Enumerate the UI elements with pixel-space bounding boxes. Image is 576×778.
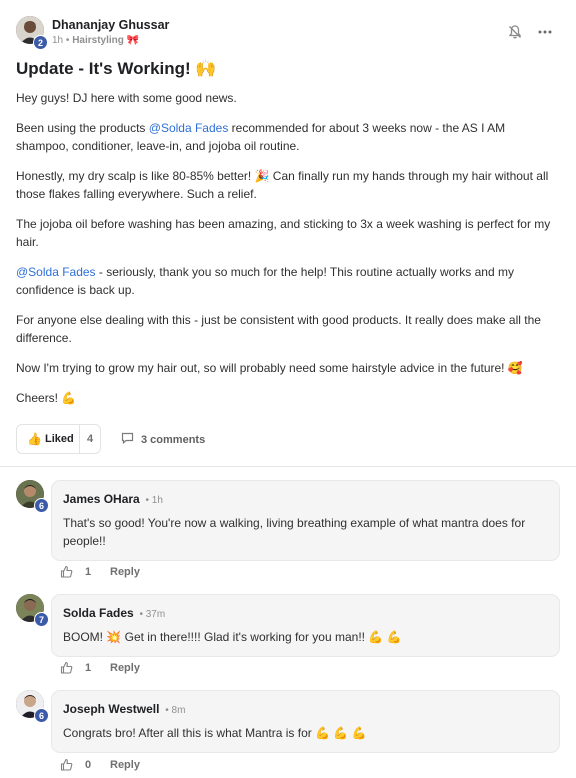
reply-button[interactable]: Reply [110, 566, 140, 578]
like-divider [79, 425, 80, 453]
reply-button[interactable]: Reply [110, 662, 140, 674]
comment-like-count: 1 [85, 662, 92, 674]
comment-author-name[interactable]: Solda Fades [63, 606, 134, 620]
comment-item: 6 Joseph Westwell • 8m Congrats bro! Aft… [0, 690, 576, 776]
comment-actions: 1 Reply [60, 661, 260, 677]
author-name[interactable]: Dhananjay Ghussar [52, 18, 169, 32]
post-actions: 👍 Liked 4 3 comments [16, 424, 560, 454]
paragraph-text: The jojoba oil before washing has been a… [16, 217, 551, 249]
post-title: Update - It's Working! 🙌 [16, 59, 217, 78]
post-paragraph: Honestly, my dry scalp is like 80-85% be… [16, 167, 560, 203]
mention-link[interactable]: @Solda Fades [16, 265, 96, 279]
post-meta: 1h • Hairstyling 🎀 [52, 35, 140, 46]
paragraph-text: For anyone else dealing with this - just… [16, 313, 541, 345]
comment-bubble: Joseph Westwell • 8m Congrats bro! After… [51, 690, 560, 753]
paragraph-text: Cheers! 💪 [16, 391, 77, 405]
post-paragraph: The jojoba oil before washing has been a… [16, 215, 560, 251]
post-time: 1h [52, 35, 64, 46]
category-emoji: 🎀 [126, 35, 140, 46]
comment-text: Congrats bro! After all this is what Man… [63, 726, 367, 740]
post-paragraph: Now I'm trying to grow my hair out, so w… [16, 359, 560, 377]
comment-like-count: 1 [85, 566, 92, 578]
comment-icon-svg [121, 432, 134, 445]
comment-bubble: Solda Fades • 37m BOOM! 💥 Get in there!!… [51, 594, 560, 657]
bell-off-icon-svg [508, 25, 522, 39]
comment-bubble: James OHara • 1h That's so good! You're … [51, 480, 560, 561]
more-icon-svg [538, 30, 552, 34]
comment-actions: 0 Reply [60, 758, 260, 774]
more-horizontal-icon[interactable] [536, 24, 554, 42]
thumbs-up-icon[interactable] [60, 565, 73, 581]
paragraph-text: Honestly, my dry scalp is like 80-85% be… [16, 169, 549, 201]
thumbs-up-outline-svg [60, 758, 73, 771]
comment-time: 37m [145, 609, 166, 620]
paragraph-text: Now I'm trying to grow my hair out, so w… [16, 361, 523, 375]
paragraph-text: Hey guys! DJ here with some good news. [16, 91, 237, 105]
comment-icon [121, 432, 134, 446]
comment-level-badge: 6 [34, 708, 49, 723]
paragraph-text: Been using the products [16, 121, 149, 135]
comment-item: 7 Solda Fades • 37m BOOM! 💥 Get in there… [0, 594, 576, 684]
post-paragraph: For anyone else dealing with this - just… [16, 311, 560, 347]
post-divider [0, 466, 576, 467]
thumbs-up-outline-svg [60, 565, 73, 578]
author-level-badge: 2 [33, 35, 48, 50]
comment-item: 6 James OHara • 1h That's so good! You'r… [0, 480, 576, 580]
post-header: 2 Dhananjay Ghussar 1h • Hairstyling 🎀 [16, 16, 560, 50]
reply-button[interactable]: Reply [110, 759, 140, 771]
post-body: Hey guys! DJ here with some good news. Be… [16, 89, 560, 419]
like-count[interactable]: 4 [87, 433, 93, 445]
post-category[interactable]: Hairstyling [72, 35, 124, 46]
thumbs-up-icon[interactable] [60, 758, 73, 774]
like-label: Liked [45, 433, 74, 445]
post-paragraph: Cheers! 💪 [16, 389, 560, 407]
comment-time: 1h [151, 495, 163, 506]
comment-text: BOOM! 💥 Get in there!!!! Glad it's worki… [63, 630, 402, 644]
post-paragraph: Been using the products @Solda Fades rec… [16, 119, 560, 155]
comment-level-badge: 7 [34, 612, 49, 627]
mention-link[interactable]: @Solda Fades [149, 121, 229, 135]
comment-like-count: 0 [85, 759, 92, 771]
post-paragraph: @Solda Fades - seriously, thank you so m… [16, 263, 560, 299]
comment-level-badge: 6 [34, 498, 49, 513]
thumbs-up-outline-svg [60, 661, 73, 674]
comments-link[interactable]: 3 comments [121, 432, 205, 446]
post-card: 2 Dhananjay Ghussar 1h • Hairstyling 🎀 U… [0, 0, 576, 466]
thumbs-up-icon: 👍 [27, 432, 42, 446]
comment-text: That's so good! You're now a walking, li… [63, 516, 526, 548]
comment-actions: 1 Reply [60, 565, 260, 581]
comments-count-label: 3 comments [141, 434, 206, 446]
comment-author-name[interactable]: James OHara [63, 492, 140, 506]
comment-time: 8m [171, 705, 186, 716]
post-paragraph: Hey guys! DJ here with some good news. [16, 89, 560, 107]
thumbs-up-icon[interactable] [60, 661, 73, 677]
like-button[interactable]: 👍 Liked 4 [16, 424, 101, 454]
comment-author-name[interactable]: Joseph Westwell [63, 702, 159, 716]
bell-off-icon[interactable] [506, 24, 524, 42]
